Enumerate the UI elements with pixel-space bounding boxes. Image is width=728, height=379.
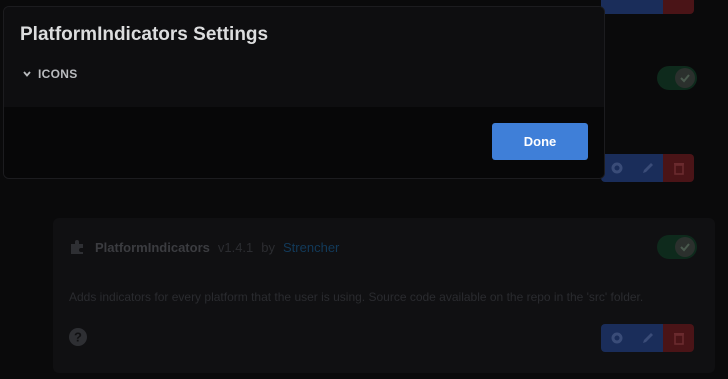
edit-button[interactable] <box>632 0 663 14</box>
delete-button[interactable] <box>663 154 694 182</box>
help-icon[interactable]: ? <box>69 328 87 346</box>
edit-button[interactable] <box>632 154 663 182</box>
plugin-actions-2 <box>601 324 694 352</box>
plugin-name: PlatformIndicators <box>95 239 210 255</box>
delete-button[interactable] <box>663 0 694 14</box>
chevron-down-icon <box>23 71 31 77</box>
plugin-actions-1 <box>601 154 694 182</box>
toggle-knob <box>675 68 695 88</box>
pencil-icon <box>642 333 653 343</box>
check-icon <box>680 74 690 83</box>
modal-footer: Done <box>4 107 604 178</box>
settings-button[interactable] <box>601 154 632 182</box>
gear-icon <box>611 162 622 174</box>
settings-button[interactable] <box>601 324 632 352</box>
gear-icon <box>611 332 622 344</box>
plugin-version: v1.4.1 <box>217 239 254 255</box>
trash-icon <box>673 163 684 175</box>
plugin-toggle-2[interactable] <box>657 235 697 259</box>
pencil-icon <box>642 163 653 173</box>
trash-icon <box>673 333 684 345</box>
plugin-description: Adds indicators for every platform that … <box>69 290 644 304</box>
icons-section-toggle[interactable]: ICONS <box>22 67 78 81</box>
plugin-actions-top <box>601 0 694 14</box>
plugin-by-label: by <box>261 239 276 255</box>
check-icon <box>680 243 690 252</box>
plugin-toggle-1[interactable] <box>657 66 697 90</box>
plugin-author-link[interactable]: Strencher <box>283 240 339 255</box>
svg-text:?: ? <box>74 330 82 345</box>
done-button[interactable]: Done <box>492 123 588 160</box>
edit-button[interactable] <box>632 324 663 352</box>
puzzle-piece-icon <box>71 240 83 254</box>
settings-button[interactable] <box>601 0 632 14</box>
modal-title: PlatformIndicators Settings <box>20 24 269 45</box>
icons-section-label: ICONS <box>38 67 78 81</box>
toggle-knob <box>675 237 695 257</box>
delete-button[interactable] <box>663 324 694 352</box>
modal-body: PlatformIndicators Settings ICONS <box>4 7 604 107</box>
settings-modal: PlatformIndicators Settings ICONS Done <box>3 6 605 179</box>
plugin-card-header: PlatformIndicators v1.4.1 by Strencher <box>69 238 339 256</box>
